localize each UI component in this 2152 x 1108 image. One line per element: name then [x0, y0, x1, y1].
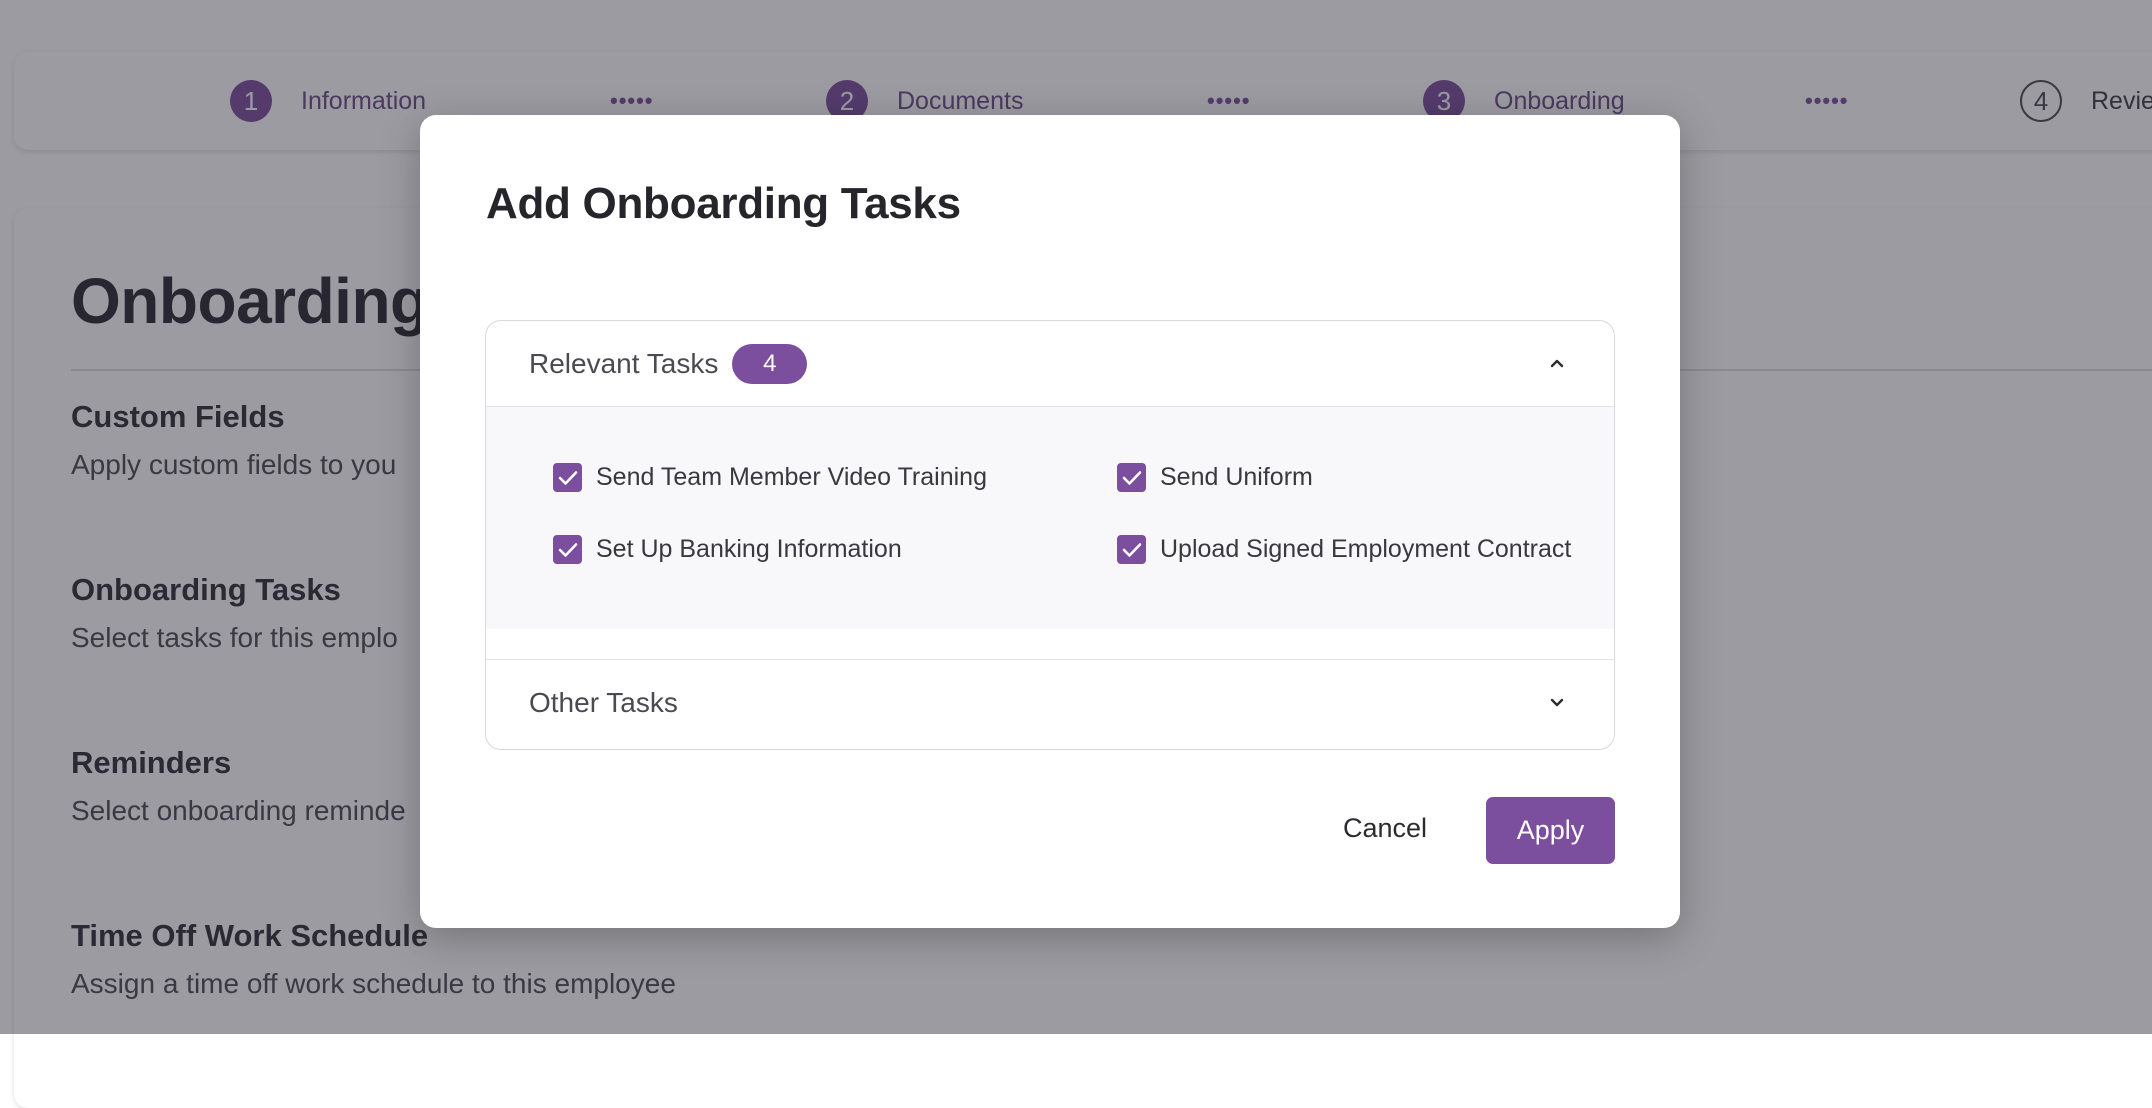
apply-button[interactable]: Apply: [1486, 797, 1615, 864]
task-checkbox-item[interactable]: Set Up Banking Information: [553, 535, 902, 564]
check-icon: [1122, 470, 1141, 485]
task-accordion: Relevant Tasks 4 Send Team Member Video …: [485, 320, 1615, 750]
checkbox[interactable]: [1117, 535, 1146, 564]
checkbox[interactable]: [553, 463, 582, 492]
task-label: Send Uniform: [1160, 463, 1313, 491]
task-checkbox-item[interactable]: Send Team Member Video Training: [553, 463, 987, 492]
relevant-tasks-title: Relevant Tasks: [529, 347, 719, 379]
chevron-down-icon[interactable]: [1548, 694, 1566, 712]
dialog-title: Add Onboarding Tasks: [486, 179, 961, 228]
checkbox[interactable]: [1117, 463, 1146, 492]
task-checkbox-item[interactable]: Upload Signed Employment Contract: [1117, 535, 1571, 564]
relevant-tasks-panel: Send Team Member Video Training Send Uni…: [486, 407, 1614, 629]
other-tasks-header[interactable]: Other Tasks: [486, 659, 1614, 745]
task-label: Set Up Banking Information: [596, 535, 902, 563]
checkbox[interactable]: [553, 535, 582, 564]
check-icon: [1122, 542, 1141, 557]
relevant-tasks-header[interactable]: Relevant Tasks 4: [486, 321, 1614, 407]
cancel-button[interactable]: Cancel: [1330, 797, 1440, 859]
add-onboarding-tasks-dialog: Add Onboarding Tasks Relevant Tasks 4 Se…: [420, 115, 1680, 928]
other-tasks-title: Other Tasks: [529, 686, 678, 718]
task-label: Send Team Member Video Training: [596, 463, 987, 491]
task-label: Upload Signed Employment Contract: [1160, 535, 1572, 563]
task-checkbox-item[interactable]: Send Uniform: [1117, 463, 1313, 492]
check-icon: [558, 470, 577, 485]
task-count-badge: 4: [732, 343, 808, 384]
check-icon: [558, 542, 577, 557]
chevron-up-icon[interactable]: [1548, 355, 1566, 373]
